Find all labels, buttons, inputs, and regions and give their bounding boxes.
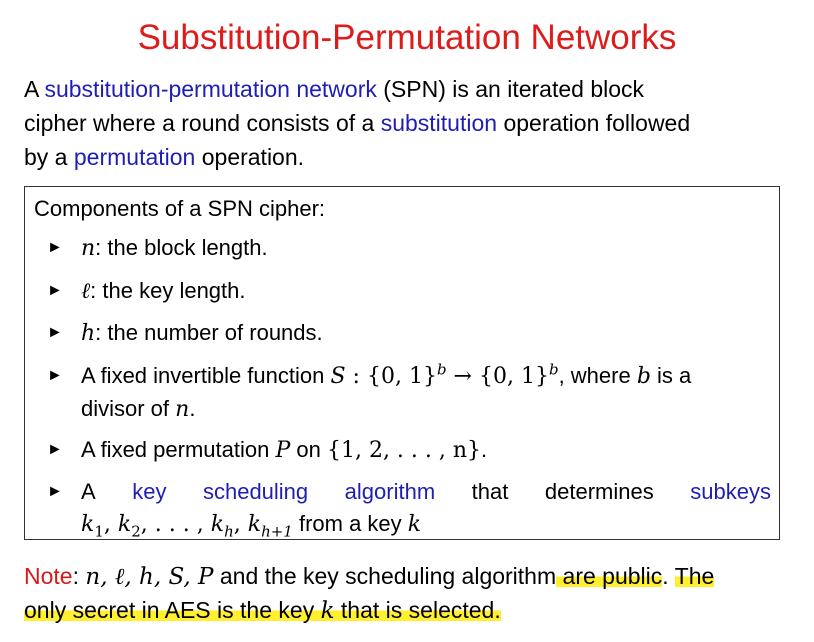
- intro-text: operation.: [195, 144, 305, 170]
- math-subscript: h: [224, 522, 234, 541]
- math-symbol: k: [320, 598, 335, 624]
- bullet-icon: ►: [47, 282, 63, 299]
- term-substitution: substitution: [380, 110, 498, 136]
- item-text: on: [290, 437, 327, 462]
- math-superscript: b: [548, 360, 559, 379]
- list-item-sbox-function: ► A fixed invertible function S : {0, 1}…: [47, 360, 771, 426]
- note-label: Note: [24, 563, 73, 589]
- highlight-only-secret: only secret in AES is the key k that is …: [24, 597, 501, 624]
- math-superscript: b: [436, 360, 447, 379]
- math-symbol: k: [81, 512, 95, 537]
- math-expression: : {0, 1}: [345, 364, 437, 389]
- item-text: is a: [650, 363, 692, 388]
- intro-text: operation followed: [497, 110, 691, 136]
- math-symbol: n: [81, 236, 96, 261]
- math-expression: {1, 2, . . . , n}: [326, 438, 482, 463]
- item-text: from a key: [292, 511, 408, 536]
- note-text: only secret in AES is the key: [24, 597, 321, 623]
- math-symbol: n: [175, 397, 190, 422]
- bullet-icon: ►: [47, 324, 63, 341]
- item-text: , where: [558, 363, 637, 388]
- item-word: that: [471, 479, 509, 504]
- term-permutation: permutation: [73, 144, 196, 170]
- math-symbol: b: [636, 364, 651, 389]
- note-text: that is selected.: [334, 597, 501, 623]
- item-text: .: [481, 437, 488, 462]
- components-box: Components of a SPN cipher: ► n: the blo…: [24, 186, 780, 540]
- math-subscript: 2: [131, 522, 141, 541]
- item-text: A fixed permutation: [81, 437, 276, 462]
- note-text: and the key scheduling algorithm: [213, 563, 557, 589]
- highlight-the: The: [674, 563, 715, 589]
- list-item-rounds: ► h: the number of rounds.: [47, 317, 771, 350]
- math-symbol: P: [275, 438, 291, 463]
- note-paragraph: Note: n, ℓ, h, S, P and the key scheduli…: [24, 560, 804, 628]
- math-subscript: 1: [94, 522, 104, 541]
- note-text: .: [662, 563, 675, 589]
- math-symbol: k: [210, 512, 225, 537]
- term-scheduling: scheduling: [202, 479, 309, 504]
- list-item-key-length: ► ℓ: the key length.: [47, 275, 771, 308]
- intro-text: A: [24, 76, 45, 102]
- math-subscript: h+1: [261, 522, 293, 541]
- item-text: : the block length.: [95, 235, 268, 260]
- bullet-icon: ►: [47, 367, 63, 384]
- math-expression: → {0, 1}: [446, 364, 549, 389]
- intro-text: by a: [24, 144, 74, 170]
- item-text: : the key length.: [90, 278, 246, 303]
- list-item-block-length: ► n: the block length.: [47, 232, 771, 265]
- term-key: key: [132, 479, 167, 504]
- intro-text: cipher where a round consists of a: [24, 110, 381, 136]
- item-text: A fixed invertible function: [81, 363, 331, 388]
- item-word: A: [81, 479, 96, 504]
- bullet-icon: ►: [47, 239, 63, 256]
- math-symbol: k: [407, 512, 422, 537]
- math-symbol: ℓ: [81, 279, 91, 304]
- bullet-icon: ►: [47, 441, 63, 458]
- math-symbol: k: [247, 512, 262, 537]
- item-word: determines: [544, 479, 654, 504]
- box-heading: Components of a SPN cipher:: [34, 196, 326, 221]
- math-symbols: n, ℓ, h, S, P: [85, 564, 214, 590]
- math-symbol: k: [117, 512, 132, 537]
- term-algorithm: algorithm: [344, 479, 436, 504]
- math-symbol: h: [81, 321, 96, 346]
- slide-title: Substitution-Permutation Networks: [137, 18, 677, 57]
- term-subkeys: subkeys: [690, 479, 771, 504]
- highlight-are-public: are public: [556, 563, 663, 589]
- math-expression: , . . . ,: [140, 512, 211, 537]
- justified-line: A key scheduling algorithm that determin…: [81, 476, 771, 508]
- math-symbol: S: [330, 364, 346, 389]
- bullet-icon: ►: [47, 483, 63, 500]
- list-item-key-schedule: ► A key scheduling algorithm that determ…: [47, 476, 771, 541]
- intro-text: (SPN) is an iterated block: [376, 76, 645, 102]
- term-spn: substitution-permutation network: [44, 76, 377, 102]
- subkeys-line: k1, k2, . . . , kh, kh+1 from a key k: [81, 508, 771, 541]
- intro-paragraph: A substitution-permutation network (SPN)…: [24, 72, 804, 174]
- item-text: : the number of rounds.: [95, 320, 323, 345]
- math-expression: ,: [103, 512, 118, 537]
- item-text: divisor of: [81, 396, 176, 421]
- math-expression: ,: [233, 512, 248, 537]
- list-item-permutation: ► A fixed permutation P on {1, 2, . . . …: [47, 434, 771, 467]
- item-text: .: [189, 396, 196, 421]
- note-text: :: [72, 563, 86, 589]
